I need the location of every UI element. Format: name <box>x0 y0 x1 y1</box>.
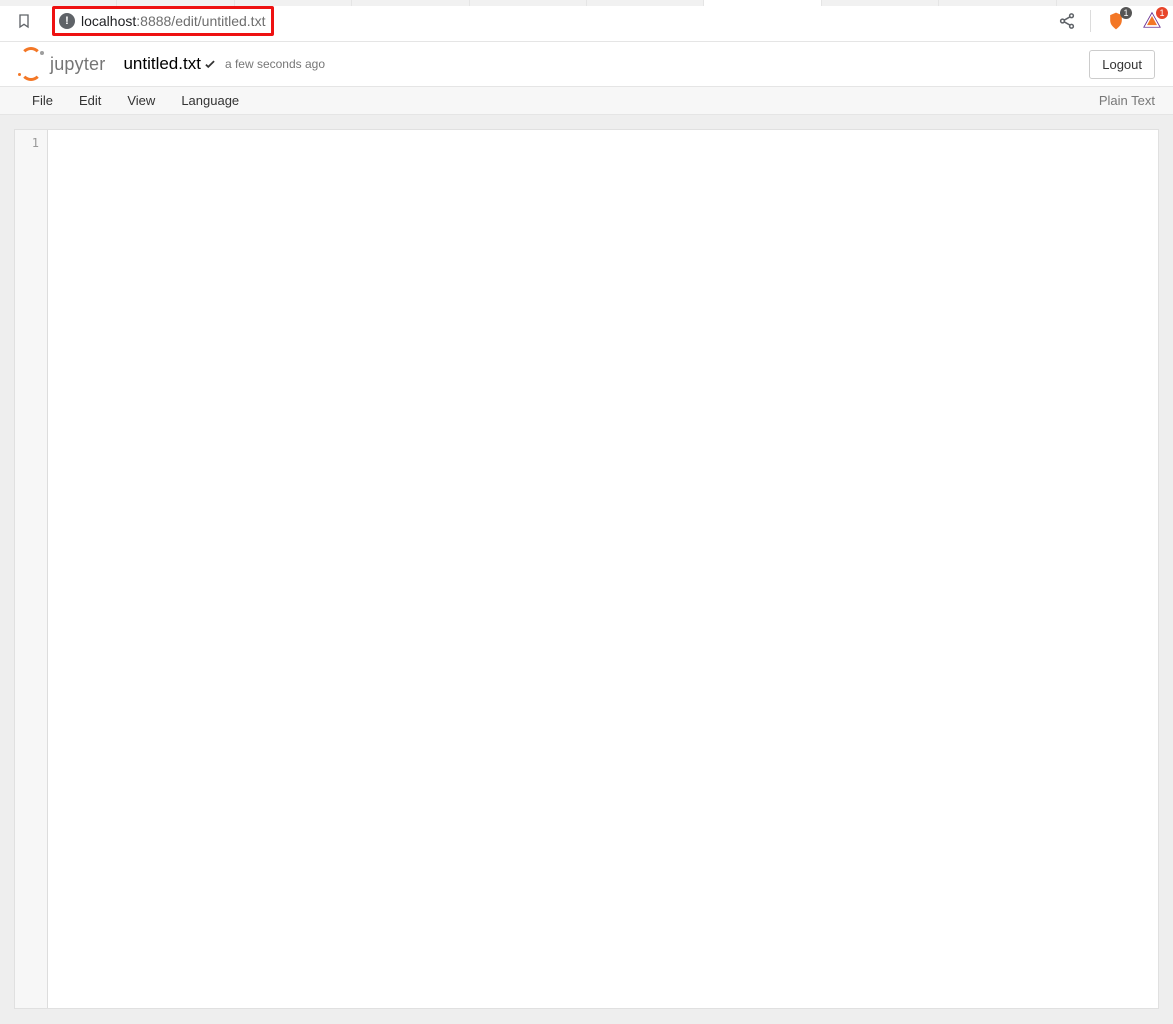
text-editor: 1 <box>14 129 1159 1009</box>
logout-button[interactable]: Logout <box>1089 50 1155 79</box>
menu-language[interactable]: Language <box>171 89 249 112</box>
page-body: 1 <box>0 115 1173 1023</box>
editor-textarea[interactable] <box>48 130 1158 1008</box>
filename-text: untitled.txt <box>123 54 201 74</box>
menu-file[interactable]: File <box>22 89 63 112</box>
url-host: localhost <box>81 13 136 29</box>
line-number: 1 <box>15 134 47 152</box>
last-saved-timestamp: a few seconds ago <box>225 57 325 71</box>
brave-rewards-badge: 1 <box>1156 7 1168 19</box>
check-icon <box>203 57 217 71</box>
url-bar[interactable]: ! localhost:8888/edit/untitled.txt <box>52 6 274 36</box>
brave-shield-icon[interactable]: 1 <box>1105 10 1127 32</box>
bookmark-icon[interactable] <box>10 7 38 35</box>
browser-tabstrip <box>0 0 1173 6</box>
jupyter-logo-text: jupyter <box>50 54 105 75</box>
brave-rewards-icon[interactable]: 1 <box>1141 10 1163 32</box>
filename[interactable]: untitled.txt <box>123 54 217 74</box>
brave-shield-badge: 1 <box>1120 7 1132 19</box>
menu-view[interactable]: View <box>117 89 165 112</box>
jupyter-logo[interactable]: jupyter <box>18 51 105 77</box>
jupyter-logo-icon <box>18 51 44 77</box>
editor-mode-label[interactable]: Plain Text <box>1099 93 1161 108</box>
share-icon[interactable] <box>1058 12 1076 30</box>
url-path: :8888/edit/untitled.txt <box>136 13 265 29</box>
menubar: File Edit View Language Plain Text <box>0 87 1173 115</box>
editor-gutter: 1 <box>15 130 48 1008</box>
toolbar-separator <box>1090 10 1091 32</box>
jupyter-header: jupyter untitled.txt a few seconds ago L… <box>0 42 1173 87</box>
menu-edit[interactable]: Edit <box>69 89 111 112</box>
browser-toolbar: ! localhost:8888/edit/untitled.txt 1 1 <box>0 0 1173 42</box>
site-info-icon[interactable]: ! <box>59 13 75 29</box>
